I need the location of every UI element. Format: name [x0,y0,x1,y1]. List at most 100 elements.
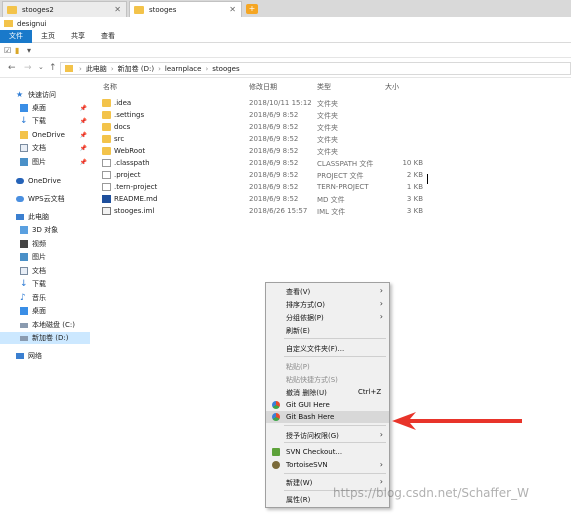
menu-separator [284,425,386,426]
file-row[interactable]: .idea 2018/10/11 15:12 文件夹 [100,97,430,109]
file-size: 10 KB [402,159,423,167]
menu-item-customize-folder[interactable]: 自定义文件夹(F)... [266,342,389,354]
file-type: IML 文件 [317,208,346,216]
column-header-date[interactable]: 修改日期 [249,82,277,92]
breadcrumb-this-pc[interactable]: 此电脑 [86,64,107,74]
sidebar-item-documents[interactable]: 文档 📌 [0,142,90,154]
file-date: 2018/6/9 8:52 [249,171,299,179]
pin-icon[interactable]: 📌 [80,118,87,125]
menu-item-refresh[interactable]: 刷新(E) [266,324,389,336]
address-path[interactable]: › 此电脑 › 新加卷 (D:) › learnplace › stooges [60,62,571,75]
folder-icon [102,99,111,107]
menu-item-give-access[interactable]: 授予访问权限(G) › [266,429,389,441]
file-row[interactable]: .settings 2018/6/9 8:52 文件夹 [100,109,430,121]
sidebar-item-quick-access[interactable]: ★ 快速访问 [0,89,90,101]
network-icon [16,353,24,359]
file-row[interactable]: stooges.iml 2018/6/26 15:57 IML 文件 3 KB [100,205,430,217]
ribbon-tab-home[interactable]: 主页 [36,30,60,43]
new-tab-icon[interactable]: + [246,4,258,14]
sidebar-item-music[interactable]: ♪ 音乐 [0,292,90,304]
breadcrumb-drive-d[interactable]: 新加卷 (D:) [118,64,154,74]
menu-item-sort-by[interactable]: 排序方式(O) › [266,298,389,310]
chevron-down-icon[interactable]: ⌄ [38,63,44,71]
file-row[interactable]: src 2018/6/9 8:52 文件夹 [100,133,430,145]
sidebar-item-label: 桌面 [32,104,46,112]
sidebar-item-wps-cloud[interactable]: WPS云文档 [0,193,90,205]
file-name: docs [114,123,131,131]
file-row[interactable]: docs 2018/6/9 8:52 文件夹 [100,121,430,133]
sidebar-item-label: 图片 [32,158,46,166]
sidebar-item-pictures-pc[interactable]: 图片 [0,251,90,263]
sidebar-item-documents-pc[interactable]: 文档 [0,265,90,277]
chevron-down-icon[interactable]: ▾ [27,46,31,55]
file-type: 文件夹 [317,100,338,108]
picture-icon [20,158,28,166]
close-icon[interactable]: ✕ [229,5,236,14]
menu-item-tortoise-svn[interactable]: TortoiseSVN › [266,459,389,471]
sidebar-item-label: 网络 [28,352,42,360]
pin-icon[interactable]: 📌 [80,159,87,166]
ribbon-tab-view[interactable]: 查看 [96,30,120,43]
sidebar-item-videos[interactable]: 视频 [0,238,90,250]
sidebar-item-desktop[interactable]: 桌面 📌 [0,102,90,114]
file-row[interactable]: README.md 2018/6/9 8:52 MD 文件 3 KB [100,193,430,205]
pin-icon[interactable]: 📌 [80,132,87,139]
sidebar-item-downloads-pc[interactable]: ↓ 下载 [0,278,90,290]
close-icon[interactable]: ✕ [114,5,121,14]
new-folder-icon[interactable]: ▮ [15,46,19,55]
tab-stooges[interactable]: stooges ✕ [129,1,242,17]
sidebar-item-desktop-pc[interactable]: 桌面 [0,305,90,317]
properties-icon[interactable]: ☑ [4,46,11,55]
file-size: 3 KB [406,207,423,215]
menu-item-group-by[interactable]: 分组依据(P) › [266,311,389,323]
menu-item-undo-delete[interactable]: 撤消 删除(U) Ctrl+Z [266,386,389,398]
ribbon-tab-share[interactable]: 共享 [66,30,90,43]
sidebar-item-network[interactable]: 网络 [0,350,90,362]
folder-icon [134,5,144,14]
file-row[interactable]: .tern-project 2018/6/9 8:52 TERN-PROJECT… [100,181,430,193]
menu-item-svn-checkout[interactable]: SVN Checkout... [266,446,389,458]
file-type: PROJECT 文件 [317,172,364,180]
up-icon[interactable]: ↑ [49,63,57,73]
pin-icon[interactable]: 📌 [80,105,87,112]
menu-separator [284,356,386,357]
menu-item-view[interactable]: 查看(V) › [266,285,389,297]
tortoise-icon [272,461,280,469]
context-menu: 查看(V) › 排序方式(O) › 分组依据(P) › 刷新(E) 自定义文件夹… [265,282,390,508]
file-row[interactable]: .classpath 2018/6/9 8:52 CLASSPATH 文件 10… [100,157,430,169]
text-cursor [427,174,428,184]
column-header-type[interactable]: 类型 [317,82,331,92]
window-title: designui [17,19,47,28]
back-icon[interactable]: ← [8,63,16,73]
breadcrumb-stooges[interactable]: stooges [212,65,239,73]
pin-icon[interactable]: 📌 [80,145,87,152]
file-row[interactable]: WebRoot 2018/6/9 8:52 文件夹 [100,145,430,157]
file-row[interactable]: .project 2018/6/9 8:52 PROJECT 文件 2 KB [100,169,430,181]
sidebar-item-label: 3D 对象 [32,226,59,234]
sidebar-item-label: 桌面 [32,307,46,315]
ribbon-tab-file[interactable]: 文件 [0,30,32,43]
file-type: TERN-PROJECT [317,183,369,191]
sidebar-item-onedrive-folder[interactable]: OneDrive 📌 [0,129,90,141]
chevron-right-icon: › [379,286,383,295]
file-type: 文件夹 [317,124,338,132]
menu-item-git-bash[interactable]: Git Bash Here [266,411,389,423]
folder-icon [20,131,28,139]
address-bar-row: ← → ⌄ ↑ › 此电脑 › 新加卷 (D:) › learnplace › … [0,59,571,78]
breadcrumb-learnplace[interactable]: learnplace [165,65,202,73]
column-header-size[interactable]: 大小 [385,82,399,92]
tab-stooges2[interactable]: stooges2 ✕ [2,1,127,17]
ribbon-tabs: 文件 主页 共享 查看 [0,30,571,43]
sidebar-item-drive-d[interactable]: 新加卷 (D:) [0,332,90,344]
sidebar-item-this-pc[interactable]: 此电脑 [0,211,90,223]
column-header-name[interactable]: 名称 [103,82,117,92]
forward-icon[interactable]: → [24,63,32,73]
sidebar-item-label: 快速访问 [28,91,56,99]
sidebar-item-3d-objects[interactable]: 3D 对象 [0,224,90,236]
menu-item-git-gui[interactable]: Git GUI Here [266,399,389,411]
sidebar-item-drive-c[interactable]: 本地磁盘 (C:) [0,319,90,331]
file-size: 2 KB [406,171,423,179]
sidebar-item-onedrive[interactable]: OneDrive [0,175,90,187]
sidebar-item-pictures[interactable]: 图片 📌 [0,156,90,168]
sidebar-item-downloads[interactable]: ↓ 下载 📌 [0,115,90,127]
